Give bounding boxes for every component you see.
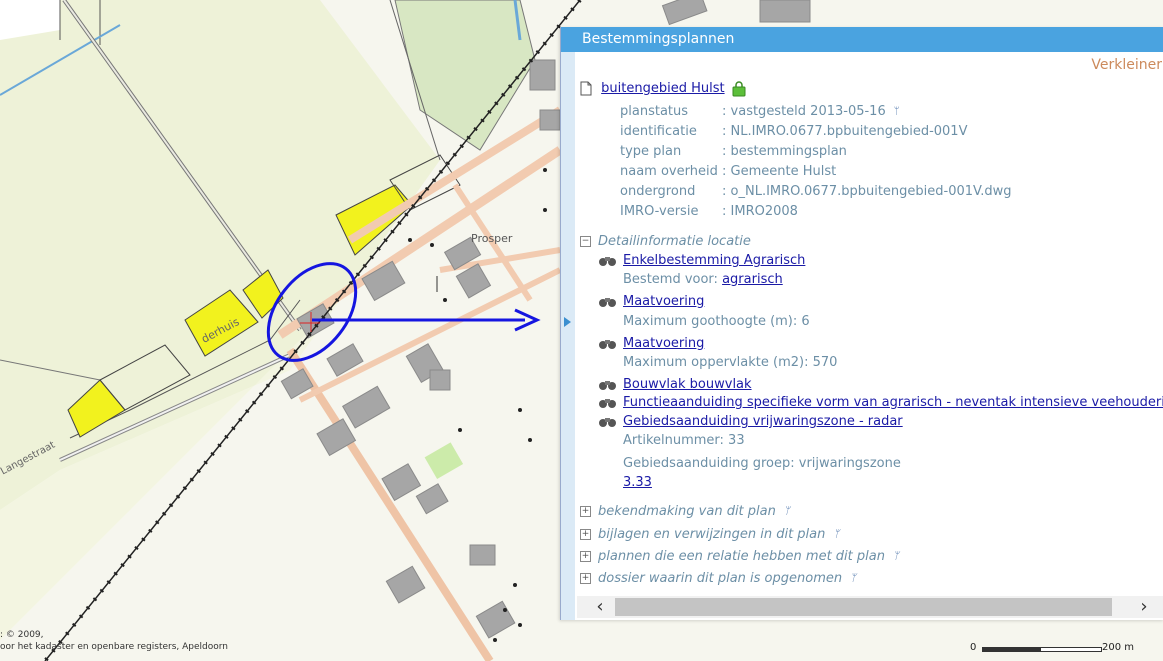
artikelnummer-text: Artikelnummer: 33 — [623, 433, 745, 448]
field-value: : vastgesteld 2013-05-16 ᛘ — [722, 102, 900, 122]
enkelbestemming-link[interactable]: Enkelbestemming Agrarisch — [623, 253, 805, 268]
copyright-line-2: oor het kadaster en openbare registers, … — [0, 642, 229, 652]
info-download-icon[interactable]: ᛘ — [894, 102, 900, 122]
gebiedsaanduiding-link[interactable]: Gebiedsaanduiding vrijwaringszone - rada… — [623, 414, 903, 429]
panel-header: Bestemmingsplannen — [561, 27, 1163, 52]
binoculars-icon — [599, 417, 616, 427]
bestemd-voor-label: Bestemd voor: — [623, 272, 718, 287]
detail-item-maatvoering-2: Maatvoering — [598, 334, 704, 354]
section-dossier[interactable]: + dossier waarin dit plan is opgenomen ᛘ — [580, 569, 856, 589]
field-value: : bestemmingsplan — [722, 144, 847, 159]
info-download-icon[interactable]: ᛘ — [850, 569, 856, 589]
plan-header: buitengebied Hulst — [580, 79, 746, 99]
functieaanduiding-link[interactable]: Functieaanduiding specifieke vorm van ag… — [623, 395, 1163, 410]
binoculars-icon — [599, 297, 616, 307]
enkelbestemming-sub: Bestemd voor: agrarisch — [623, 270, 783, 290]
scale-end-label: 200 m — [1102, 642, 1135, 653]
info-download-icon[interactable]: ᛘ — [784, 502, 790, 522]
section-relatie[interactable]: + plannen die een relatie hebben met dit … — [580, 547, 899, 567]
article-3-33-link[interactable]: 3.33 — [623, 475, 652, 490]
document-icon — [580, 81, 592, 96]
section-label: plannen die een relatie hebben met dit p… — [598, 549, 885, 564]
scale-bar-graphic — [982, 647, 1102, 652]
horizontal-scrollbar[interactable]: ‹ › — [577, 596, 1163, 618]
scroll-left-button[interactable]: ‹ — [589, 596, 611, 618]
detail-item-functieaanduiding: Functieaanduiding specifieke vorm van ag… — [598, 393, 1163, 413]
scale-start-label: 0 — [970, 642, 977, 653]
oppervlakte-text: Maximum oppervlakte (m2): 570 — [623, 355, 838, 370]
panel-collapse-edge[interactable] — [561, 52, 575, 620]
panel-content[interactable]: buitengebied Hulst planstatus : vastgest… — [576, 77, 1163, 592]
expand-icon[interactable]: + — [580, 551, 591, 562]
detail-item-maatvoering-1: Maatvoering — [598, 292, 704, 312]
section-label: bijlagen en verwijzingen in dit plan — [598, 527, 826, 542]
gebiedsaanduiding-groep-text: Gebiedsaanduiding groep: vrijwaringszone — [623, 456, 901, 471]
info-download-icon[interactable]: ᛘ — [833, 525, 839, 545]
maatvoering-link-1[interactable]: Maatvoering — [623, 294, 704, 309]
detail-heading: Detailinformatie locatie — [598, 234, 751, 249]
field-key: ondergrond — [620, 184, 696, 199]
shrink-link[interactable]: Verkleiner — [1091, 57, 1162, 73]
map-place-label: Prosper — [471, 232, 513, 245]
scale-bar: 0 200 m — [968, 641, 1158, 655]
section-label: bekendmaking van dit plan — [598, 504, 776, 519]
map-copyright: : © 2009, oor het kadaster en openbare r… — [0, 629, 228, 653]
info-download-icon[interactable]: ᛘ — [893, 547, 899, 567]
panel-collapse-arrow-icon[interactable] — [564, 317, 571, 327]
expand-icon[interactable]: + — [580, 573, 591, 584]
field-value: : IMRO2008 — [722, 204, 798, 219]
agrarisch-link[interactable]: agrarisch — [722, 272, 783, 287]
field-key: type plan — [620, 144, 682, 159]
section-bekendmaking[interactable]: + bekendmaking van dit plan ᛘ — [580, 502, 790, 522]
plan-name-link[interactable]: buitengebied Hulst — [601, 81, 724, 96]
binoculars-icon — [599, 380, 616, 390]
detail-section-toggle[interactable]: − Detailinformatie locatie — [580, 232, 751, 252]
field-value: : o_NL.IMRO.0677.bpbuitengebied-001V.dwg — [722, 184, 1012, 199]
collapse-icon[interactable]: − — [580, 236, 591, 247]
binoculars-icon — [599, 398, 616, 408]
field-key: naam overheid — [620, 164, 718, 179]
panel-title: Bestemmingsplannen — [582, 31, 735, 47]
goothoogte-text: Maximum goothoogte (m): 6 — [623, 314, 810, 329]
field-key: IMRO-versie — [620, 204, 699, 219]
scroll-right-button[interactable]: › — [1133, 596, 1155, 618]
field-value: : Gemeente Hulst — [722, 164, 837, 179]
scrollbar-thumb[interactable] — [615, 598, 1112, 616]
copyright-line-1: : © 2009, — [0, 630, 44, 640]
bouwvlak-link[interactable]: Bouwvlak bouwvlak — [623, 377, 752, 392]
expand-icon[interactable]: + — [580, 529, 591, 540]
detail-item-enkelbestemming: Enkelbestemming Agrarisch — [598, 251, 805, 271]
field-value: : NL.IMRO.0677.bpbuitengebied-001V — [722, 124, 968, 139]
maatvoering-link-2[interactable]: Maatvoering — [623, 336, 704, 351]
detail-item-bouwvlak: Bouwvlak bouwvlak — [598, 375, 752, 395]
article-link-row: 3.33 — [623, 473, 652, 493]
field-key: planstatus — [620, 104, 689, 119]
bestemmingsplannen-panel: Bestemmingsplannen Verkleiner buitengebi… — [560, 27, 1163, 620]
section-label: dossier waarin dit plan is opgenomen — [598, 571, 843, 586]
binoculars-icon — [599, 256, 616, 266]
lock-icon — [732, 80, 746, 96]
detail-item-gebiedsaanduiding: Gebiedsaanduiding vrijwaringszone - rada… — [598, 412, 903, 432]
binoculars-icon — [599, 339, 616, 349]
field-key: identificatie — [620, 124, 697, 139]
section-bijlagen[interactable]: + bijlagen en verwijzingen in dit plan ᛘ — [580, 525, 839, 545]
expand-icon[interactable]: + — [580, 506, 591, 517]
